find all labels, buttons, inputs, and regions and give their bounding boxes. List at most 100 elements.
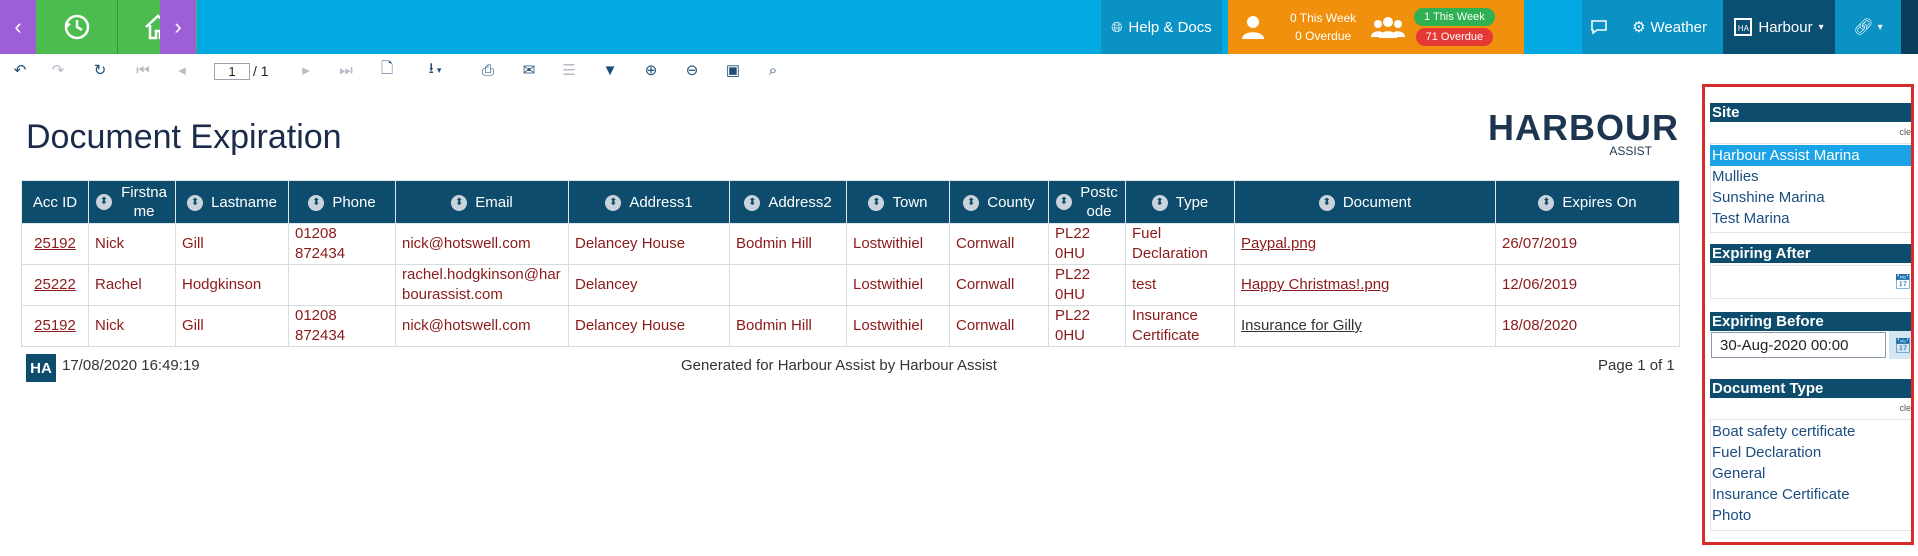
undo-icon[interactable]: ↶ [10, 60, 30, 80]
acc-id-cell[interactable]: 25192 [21, 305, 89, 347]
document-cell[interactable]: Insurance for Gilly [1234, 305, 1496, 347]
expiring-after-field[interactable] [1710, 265, 1911, 299]
column-header-expires-on[interactable]: ⬍︎ Expires On [1495, 180, 1680, 224]
zoom-in-icon[interactable]: ⊕ [641, 60, 661, 80]
calendar-icon[interactable]: 📅︎ [1894, 273, 1911, 289]
doctype-option-boat-safety[interactable]: Boat safety certificate [1710, 421, 1911, 442]
zoom-out-icon[interactable]: ⊖ [682, 60, 702, 80]
town-cell: Lostwithiel [846, 223, 950, 265]
back-button[interactable]: ‹ [0, 0, 36, 54]
phone-cell [288, 264, 396, 306]
team-tasks-button[interactable]: 1 This Week 71 Overdue [1364, 0, 1524, 54]
sort-icon[interactable]: ⬍︎ [451, 194, 468, 211]
fullscreen-icon[interactable]: ▣ [723, 60, 743, 80]
sort-icon[interactable]: ⬍︎ [1056, 194, 1072, 210]
document-link[interactable]: Paypal.png [1241, 235, 1316, 252]
acc-id-link[interactable]: 25192 [34, 317, 76, 334]
doctype-option-general[interactable]: General [1710, 463, 1911, 484]
print-layout-icon[interactable]: ☰ [559, 60, 579, 80]
site-clear-link[interactable]: cle [1899, 127, 1911, 137]
history-button[interactable] [36, 0, 117, 54]
column-header-address1[interactable]: ⬍︎ Address1 [568, 180, 730, 224]
sort-icon[interactable]: ⬍︎ [1151, 194, 1168, 211]
column-header-email[interactable]: ⬍︎ Email [395, 180, 569, 224]
site-option-mullies[interactable]: Mullies [1710, 166, 1911, 187]
doctype-option-photo[interactable]: Photo [1710, 505, 1911, 526]
document-link[interactable]: Insurance for Gilly [1241, 317, 1362, 334]
column-header-firstname[interactable]: ⬍︎ Firstname [88, 180, 176, 224]
column-header-document[interactable]: ⬍︎ Document [1234, 180, 1496, 224]
acc-id-link[interactable]: 25192 [34, 235, 76, 252]
site-option-sunshine-marina[interactable]: Sunshine Marina [1710, 187, 1911, 208]
links-menu-button[interactable]: 🔗︎ ▾ [1835, 0, 1901, 54]
acc-id-cell[interactable]: 25222 [21, 264, 89, 306]
sort-icon[interactable]: ⬍︎ [308, 194, 325, 211]
first-page-icon[interactable]: ⏮︎ [133, 60, 153, 80]
address2-cell: Bodmin Hill [729, 223, 847, 265]
document-cell[interactable]: Happy Christmas!.png [1234, 264, 1496, 306]
personal-tasks-button[interactable]: 0 This Week 0 Overdue [1228, 0, 1364, 54]
expires-cell: 18/08/2020 [1495, 305, 1680, 347]
column-header-lastname[interactable]: ⬍︎ Lastname [175, 180, 289, 224]
harbour-label: Harbour [1758, 18, 1813, 36]
doctype-option-fuel-declaration[interactable]: Fuel Declaration [1710, 442, 1911, 463]
document-link[interactable]: Happy Christmas!.png [1241, 276, 1389, 293]
forward-button[interactable]: › [160, 0, 196, 54]
firstname-cell: Nick [88, 223, 176, 265]
sort-icon[interactable]: ⬍︎ [187, 194, 204, 211]
sort-icon[interactable]: ⬍︎ [605, 194, 622, 211]
column-header-county[interactable]: ⬍︎ County [949, 180, 1049, 224]
page-number-input[interactable]: 1 [214, 63, 250, 80]
filter-icon[interactable]: ▼ [600, 60, 620, 80]
column-header-type[interactable]: ⬍︎ Type [1125, 180, 1235, 224]
topbar-edge [1901, 0, 1918, 54]
lastname-cell: Gill [175, 223, 289, 265]
document-cell[interactable]: Paypal.png [1234, 223, 1496, 265]
this-week-count: 0 This Week [1290, 11, 1357, 25]
acc-id-cell[interactable]: 25192 [21, 223, 89, 265]
address1-cell: Delancey House [568, 223, 730, 265]
column-header-address2[interactable]: ⬍︎ Address2 [729, 180, 847, 224]
print-icon[interactable]: ⎙ [478, 60, 498, 80]
harbour-assist-logo: HARBOUR ASSIST [1488, 108, 1678, 159]
doctype-option-insurance-certificate[interactable]: Insurance Certificate [1710, 484, 1911, 505]
document-type-clear-link[interactable]: cle [1899, 403, 1911, 413]
column-header-town[interactable]: ⬍︎ Town [846, 180, 950, 224]
site-option-test-marina[interactable]: Test Marina [1710, 208, 1911, 229]
document-type-header: Document Type [1710, 379, 1911, 398]
site-option-harbour-assist-marina[interactable]: Harbour Assist Marina [1710, 145, 1911, 166]
search-icon[interactable]: ⌕ [763, 60, 783, 80]
help-docs-button[interactable]: 🌐︎ Help & Docs [1101, 0, 1222, 54]
acc-id-link[interactable]: 25222 [34, 276, 76, 293]
column-header-acc-id[interactable]: Acc ID [21, 180, 89, 224]
refresh-icon[interactable]: ↻ [90, 60, 110, 80]
footer-page-number: Page 1 of 1 [1598, 357, 1675, 374]
email-cell: nick@hotswell.com [395, 223, 569, 265]
email-icon[interactable]: ✉ [519, 60, 539, 80]
postcode-cell: PL22 0HU [1048, 305, 1126, 347]
messages-button[interactable] [1582, 0, 1616, 54]
column-header-postcode[interactable]: ⬍︎ Postcode [1048, 180, 1126, 224]
column-label: Type [1175, 193, 1209, 211]
sort-icon[interactable]: ⬍︎ [96, 194, 112, 210]
gear-icon: ⚙ [1632, 19, 1646, 36]
column-label: Address1 [629, 193, 693, 211]
prev-page-icon[interactable]: ◂ [172, 60, 192, 80]
sort-icon[interactable]: ⬍︎ [963, 194, 980, 211]
sort-icon[interactable]: ⬍︎ [868, 194, 885, 211]
last-page-icon[interactable]: ⏭︎ [336, 60, 356, 80]
document-icon[interactable]: 🗋︎ [377, 60, 397, 80]
sort-icon[interactable]: ⬍︎ [1318, 194, 1335, 211]
expiring-before-header: Expiring Before [1710, 312, 1911, 331]
next-page-icon[interactable]: ▸ [296, 60, 316, 80]
sort-icon[interactable]: ⬍︎ [744, 194, 761, 211]
sort-icon[interactable]: ⬍︎ [1538, 194, 1555, 211]
column-header-phone[interactable]: ⬍︎ Phone [288, 180, 396, 224]
address1-cell: Delancey [568, 264, 730, 306]
harbour-selector[interactable]: HA Harbour ▾ [1723, 0, 1835, 54]
redo-icon[interactable]: ↷ [48, 60, 68, 80]
weather-button[interactable]: ⚙ Weather [1616, 0, 1723, 54]
calendar-button[interactable]: 📅︎ [1889, 331, 1911, 359]
export-icon[interactable]: ⭳︎ ▾ [418, 60, 452, 80]
expiring-before-input[interactable]: 30-Aug-2020 00:00 [1711, 332, 1886, 358]
